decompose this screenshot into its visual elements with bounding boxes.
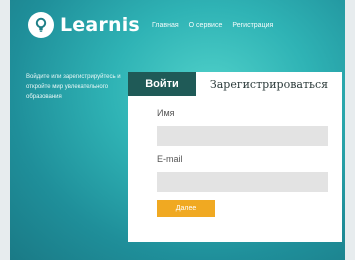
brand-name: Learnis [60, 14, 140, 36]
nav-item-register[interactable]: Регистрация [232, 22, 273, 29]
header: Learnis Главная О сервисе Регистрация [10, 0, 345, 56]
auth-tabs: Войти Зарегистрироваться [128, 72, 342, 96]
auth-panel: Войти Зарегистрироваться Имя E-mail Дале… [128, 72, 342, 242]
email-label: E-mail [157, 154, 183, 164]
name-field[interactable] [157, 126, 328, 146]
name-label: Имя [157, 108, 175, 118]
page-frame: Learnis Главная О сервисе Регистрация Во… [10, 0, 345, 260]
email-field[interactable] [157, 172, 328, 192]
lightbulb-icon [28, 12, 54, 38]
register-form: Имя E-mail Далее [128, 96, 342, 242]
tab-login[interactable]: Войти [128, 72, 196, 96]
tab-register[interactable]: Зарегистрироваться [196, 72, 342, 96]
logo[interactable]: Learnis [28, 12, 140, 38]
nav-item-about[interactable]: О сервисе [189, 22, 223, 29]
next-button[interactable]: Далее [157, 200, 215, 217]
top-nav: Главная О сервисе Регистрация [152, 22, 273, 29]
intro-text: Войдите или зарегистрируйтесь и откройте… [26, 74, 121, 100]
nav-item-home[interactable]: Главная [152, 22, 179, 29]
